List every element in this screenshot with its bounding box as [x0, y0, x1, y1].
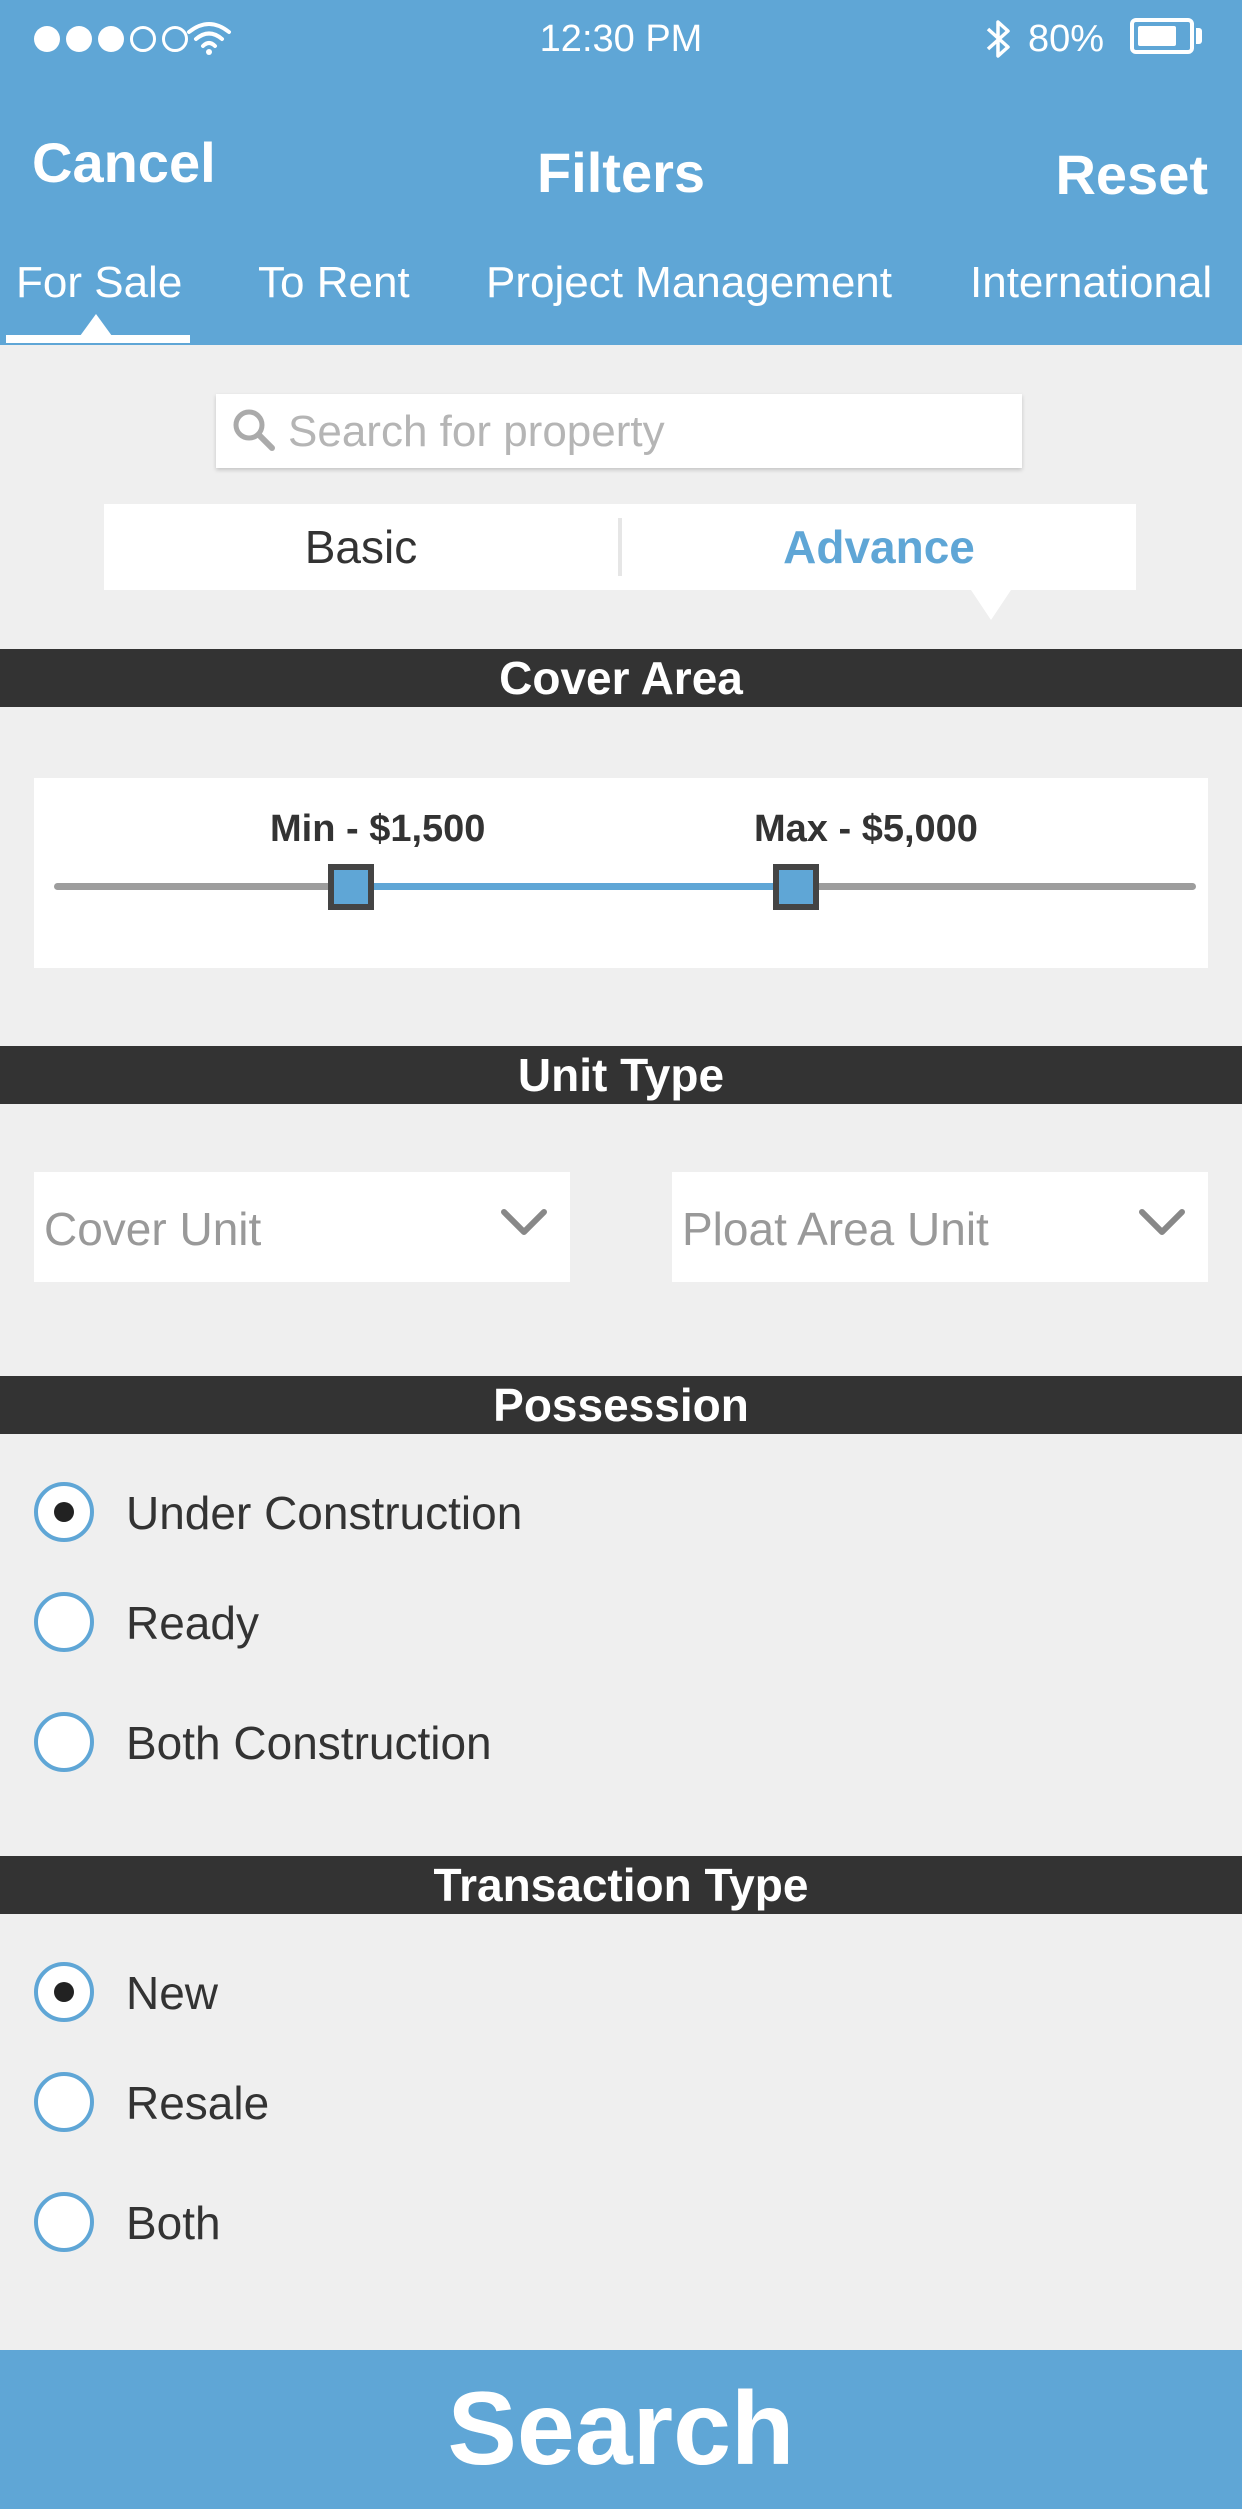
listing-tabs: For Sale To Rent Project Management Inte…	[0, 258, 1242, 345]
chevron-down-icon	[501, 1209, 547, 1235]
active-tab-caret	[80, 314, 112, 336]
cover-unit-dropdown[interactable]: Cover Unit	[34, 1172, 570, 1282]
advance-mode-button[interactable]: Advance	[622, 504, 1136, 590]
tab-project-management[interactable]: Project Management	[486, 258, 892, 308]
ploat-area-unit-dropdown[interactable]: Ploat Area Unit	[672, 1172, 1208, 1282]
radio-button[interactable]	[34, 2072, 94, 2132]
min-price-label: Min - $1,500	[270, 808, 486, 850]
search-box	[216, 394, 1022, 468]
battery-percent: 80%	[1028, 18, 1105, 60]
max-price-handle[interactable]	[773, 864, 820, 910]
radio-selected-dot	[54, 1982, 74, 2002]
transaction-type-header: Transaction Type	[0, 1856, 1242, 1914]
radio-label: Resale	[126, 2077, 270, 2129]
possession-header: Possession	[0, 1376, 1242, 1434]
radio-label: New	[126, 1967, 219, 2019]
radio-button[interactable]	[34, 2192, 94, 2252]
battery-cap	[1196, 28, 1202, 44]
radio-selected-dot	[54, 1502, 74, 1522]
min-price-handle[interactable]	[327, 864, 374, 910]
battery-level	[1138, 26, 1176, 46]
radio-label: Both	[126, 2197, 221, 2249]
radio-button[interactable]	[34, 1962, 94, 2022]
search-icon	[233, 409, 275, 451]
max-price-label: Max - $5,000	[754, 808, 978, 850]
search-button[interactable]: Search	[0, 2350, 1242, 2509]
unit-type-header: Unit Type	[0, 1046, 1242, 1104]
cover-unit-value: Cover Unit	[44, 1203, 262, 1255]
mode-segmented-control: Basic Advance	[104, 504, 1136, 620]
radio-button[interactable]	[34, 1592, 94, 1652]
tab-to-rent[interactable]: To Rent	[258, 258, 410, 308]
search-input[interactable]	[286, 402, 1010, 462]
selected-mode-caret	[971, 590, 1011, 620]
ploat-area-unit-value: Ploat Area Unit	[682, 1203, 989, 1255]
bluetooth-icon	[986, 20, 1010, 58]
reset-button[interactable]: Reset	[1055, 142, 1208, 207]
radio-button[interactable]	[34, 1712, 94, 1772]
tab-international[interactable]: International	[970, 258, 1212, 308]
radio-label: Under Construction	[126, 1487, 523, 1539]
battery-icon	[1130, 18, 1194, 54]
tab-for-sale[interactable]: For Sale	[16, 258, 182, 308]
radio-button[interactable]	[34, 1482, 94, 1542]
app-header: 12:30 PM 80% Cancel Filters Reset For Sa…	[0, 0, 1242, 345]
cover-area-header: Cover Area	[0, 649, 1242, 707]
chevron-down-icon	[1139, 1209, 1185, 1235]
basic-mode-button[interactable]: Basic	[104, 504, 618, 590]
radio-label: Ready	[126, 1597, 259, 1649]
status-bar: 12:30 PM 80%	[0, 0, 1242, 75]
slider-selected-range	[350, 883, 797, 890]
active-tab-underline	[6, 335, 190, 343]
radio-label: Both Construction	[126, 1717, 492, 1769]
price-range-card: Min - $1,500 Max - $5,000	[34, 778, 1208, 968]
